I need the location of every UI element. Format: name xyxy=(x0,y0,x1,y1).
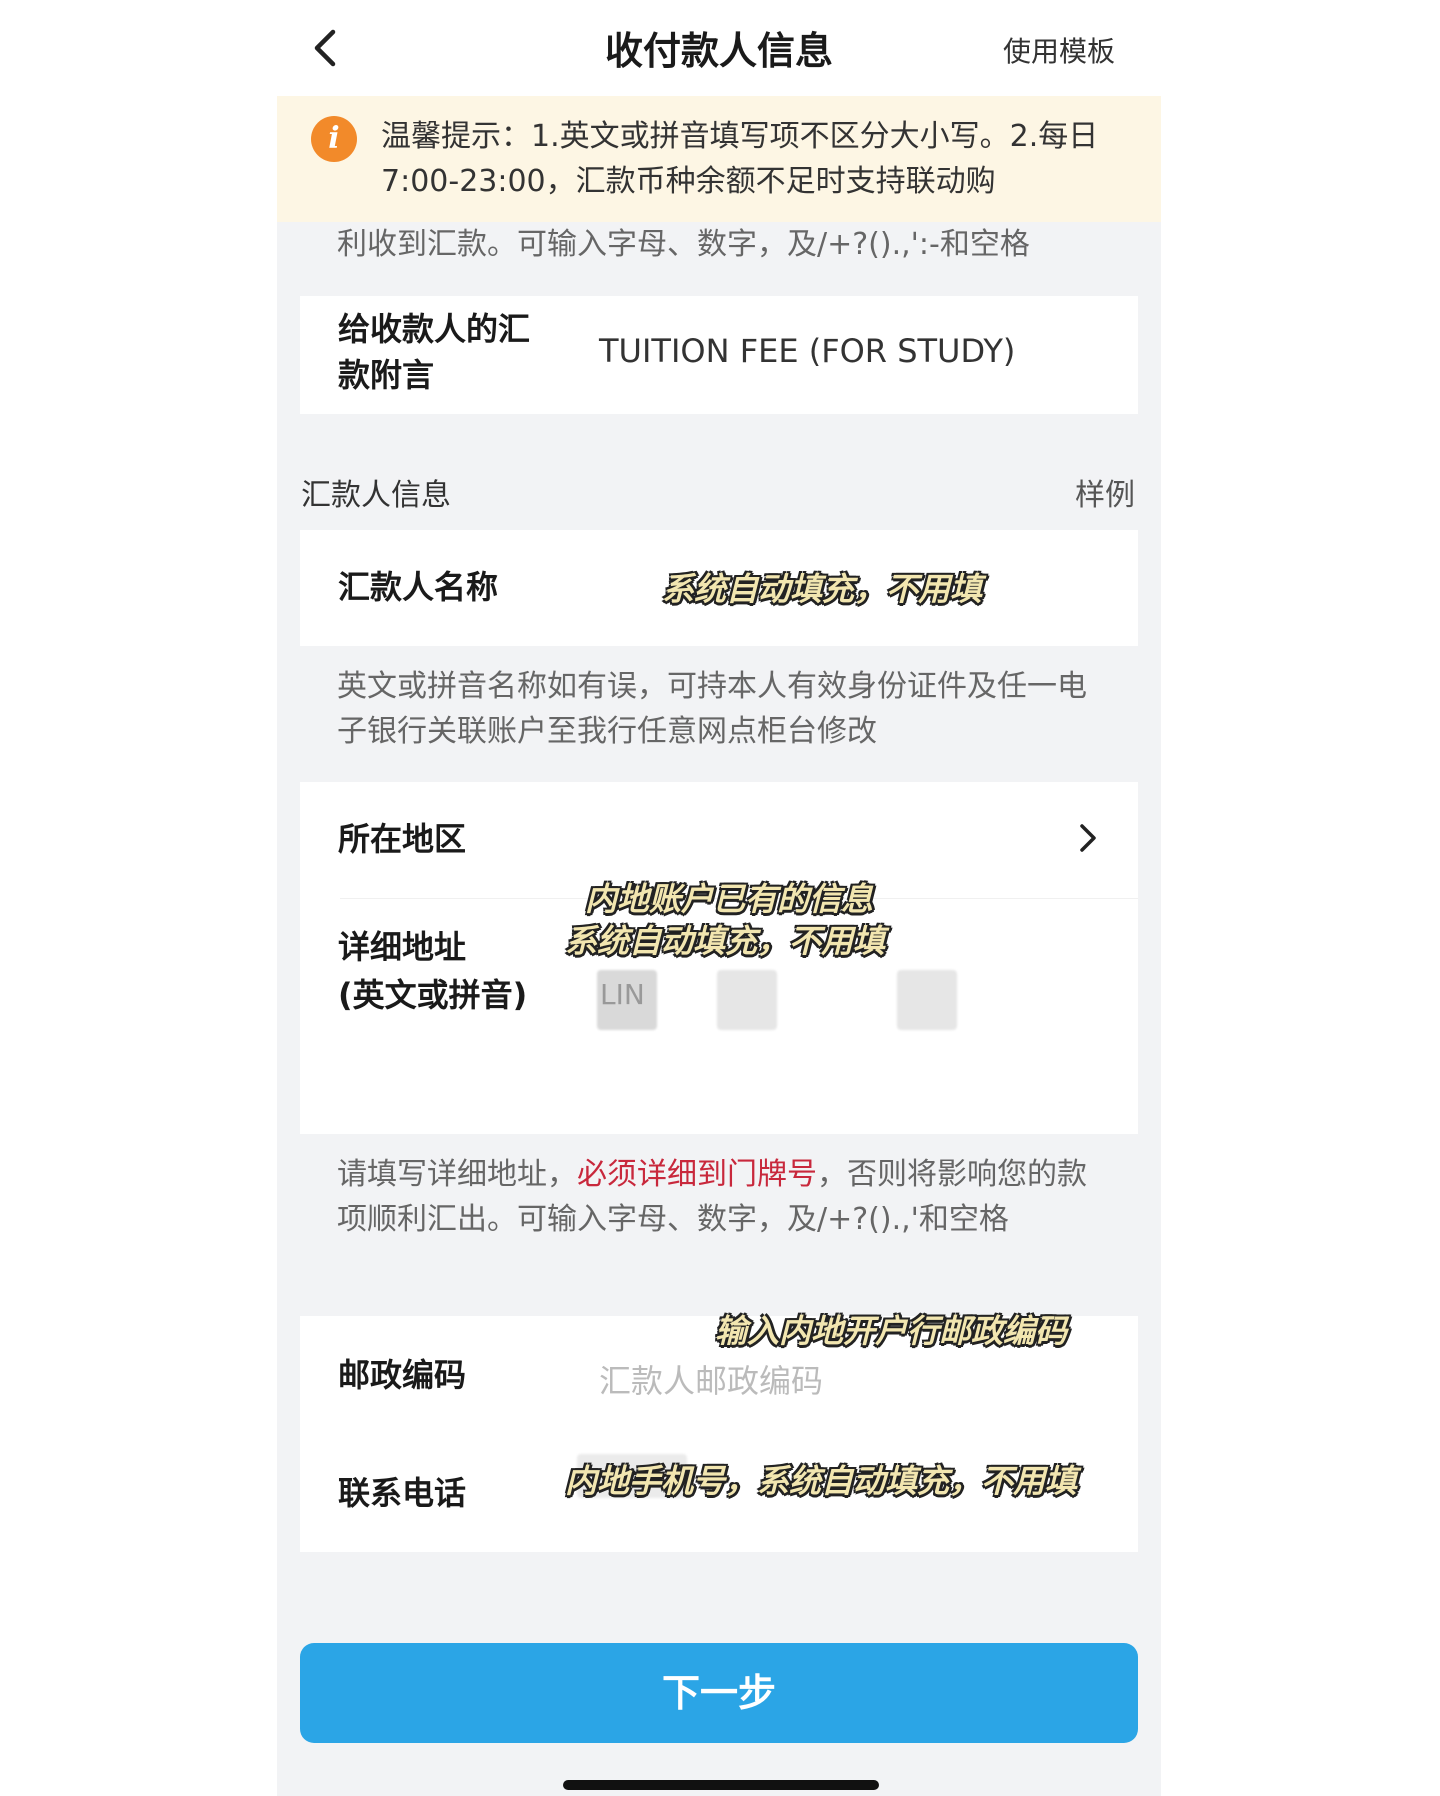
redacted-address-block xyxy=(897,970,957,1030)
remitter-name-label: 汇款人名称 xyxy=(338,568,499,606)
info-icon: i xyxy=(311,116,357,162)
address-input[interactable]: LIN xyxy=(600,978,645,1011)
notice-text: 温馨提示：1.英文或拼音填写项不区分大小写。2.每日7:00-23:00，汇款币… xyxy=(381,119,1099,199)
next-step-button[interactable]: 下一步 xyxy=(300,1643,1138,1743)
address-label-line1: 详细地址 xyxy=(338,928,467,966)
chevron-right-icon[interactable] xyxy=(1072,818,1102,858)
remitter-name-row: 汇款人名称 系统自动填充，不用填 xyxy=(300,530,1138,646)
memo-label: 给收款人的汇款附言 xyxy=(338,310,531,394)
postal-annotation: 输入内地开户行邮政编码 xyxy=(715,1312,1068,1350)
postal-row[interactable]: 邮政编码 汇款人邮政编码 输入内地开户行邮政编码 xyxy=(300,1312,1138,1434)
redacted-address-block xyxy=(717,970,777,1030)
address-hint-text: 请填写详细地址， xyxy=(337,1157,577,1192)
phone-row[interactable]: 联系电话 内地手机号，系统自动填充，不用填 xyxy=(300,1434,1138,1552)
remitter-name-annotation: 系统自动填充，不用填 xyxy=(662,570,983,608)
memo-row[interactable]: 给收款人的汇款附言 TUITION FEE (FOR STUDY) xyxy=(300,296,1138,414)
postal-input[interactable]: 汇款人邮政编码 xyxy=(599,1356,823,1402)
address-card: 所在地区 详细地址 (英文或拼音) LIN 内地账户已有的信息 系统自动填充，不… xyxy=(300,782,1138,1134)
remitter-section-title: 汇款人信息 xyxy=(301,478,451,513)
memo-input[interactable]: TUITION FEE (FOR STUDY) xyxy=(599,332,1015,370)
postal-label: 邮政编码 xyxy=(338,1356,467,1394)
address-hint-warning: 必须详细到门牌号 xyxy=(577,1157,817,1192)
phone-label: 联系电话 xyxy=(338,1474,467,1512)
home-indicator xyxy=(563,1780,879,1790)
address-label-line2: (英文或拼音) xyxy=(338,976,528,1014)
use-template-button[interactable]: 使用模板 xyxy=(1003,30,1115,70)
address-annotation-line2: 系统自动填充，不用填 xyxy=(565,922,886,960)
name-hint: 英文或拼音名称如有误，可持本人有效身份证件及任一电子银行关联账户至我行任意网点柜… xyxy=(337,669,1087,749)
contact-card: 邮政编码 汇款人邮政编码 输入内地开户行邮政编码 联系电话 内地手机号，系统自动… xyxy=(300,1312,1138,1552)
notice-banner: i 温馨提示：1.英文或拼音填写项不区分大小写。2.每日7:00-23:00，汇… xyxy=(277,96,1161,222)
notice-continued-text: 利收到汇款。可输入字母、数字，及/+?().,':-和空格 xyxy=(337,227,1030,262)
phone-screen: 收付款人信息 使用模板 i 温馨提示：1.英文或拼音填写项不区分大小写。2.每日… xyxy=(277,0,1161,1796)
sample-link[interactable]: 样例 xyxy=(1075,470,1135,514)
address-annotation-line1: 内地账户已有的信息 xyxy=(585,880,874,918)
address-hint: 请填写详细地址，必须详细到门牌号，否则将影响您的款项顺利汇出。可输入字母、数字，… xyxy=(337,1152,1101,1242)
region-label: 所在地区 xyxy=(338,820,467,858)
navigation-bar: 收付款人信息 使用模板 xyxy=(277,0,1161,96)
phone-annotation: 内地手机号，系统自动填充，不用填 xyxy=(565,1462,1078,1500)
